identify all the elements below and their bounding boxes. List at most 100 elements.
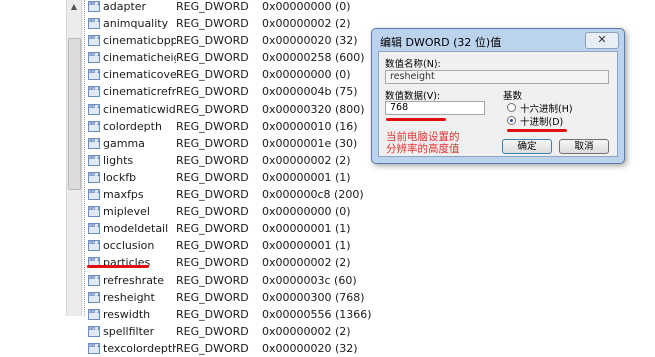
reg-dword-icon: ab 110: [88, 103, 100, 115]
value-name: reswidth: [103, 307, 151, 321]
value-name: lockfb: [103, 170, 137, 184]
table-row[interactable]: ab 110modeldetail REG_DWORD 0x00000001 (1): [86, 220, 376, 237]
value-name: animquality: [103, 17, 169, 31]
value-data-input[interactable]: 768: [385, 101, 485, 115]
value-type: REG_DWORD: [176, 34, 249, 48]
table-row[interactable]: ab 110reswidth REG_DWORD 0x00000556 (1366): [86, 306, 376, 323]
vertical-scrollbar[interactable]: ▲: [66, 0, 82, 316]
value-data: 0x0000003c (60): [262, 273, 357, 287]
value-type: REG_DWORD: [176, 119, 249, 133]
table-row[interactable]: ab 110texcolordepthREG_DWORD 0x00000020 (…: [86, 340, 376, 357]
value-type: REG_DWORD: [176, 205, 249, 219]
value-name: miplevel: [103, 205, 150, 219]
reg-dword-icon: ab 110: [88, 291, 100, 303]
value-name: cinematicoverr...: [103, 68, 176, 82]
value-data: 0x00000000 (0): [262, 0, 351, 13]
table-row[interactable]: ab 110cinematicheightREG_DWORD 0x00000258…: [86, 49, 376, 66]
value-name: modeldetail: [103, 222, 169, 236]
reg-dword-icon: ab 110: [88, 52, 100, 64]
table-row[interactable]: ab 110gamma REG_DWORD 0x0000001e (30): [86, 135, 376, 152]
scroll-thumb[interactable]: [68, 38, 81, 190]
reg-dword-icon: ab 110: [88, 274, 100, 286]
table-row[interactable]: ab 110resheight REG_DWORD 0x00000300 (768): [86, 289, 376, 306]
value-name: lights: [103, 153, 134, 167]
value-data: 0x00000020 (32): [262, 341, 358, 355]
table-row[interactable]: ab 110cinematicwidthREG_DWORD 0x00000320 …: [86, 101, 376, 118]
value-type: REG_DWORD: [176, 0, 249, 13]
value-name: cinematicwidth: [103, 102, 176, 116]
value-name: cinematicheight: [103, 51, 176, 65]
table-row[interactable]: ab 110colordepth REG_DWORD 0x00000010 (16): [86, 118, 376, 135]
reg-dword-icon: ab 110: [88, 1, 100, 12]
table-row[interactable]: ab 110animquality REG_DWORD 0x00000002 (2): [86, 15, 376, 32]
red-underline-resheight: [87, 265, 149, 268]
value-name: resheight: [103, 290, 155, 304]
table-row[interactable]: ab 110spellfilter REG_DWORD 0x00000002 (2): [86, 323, 376, 340]
reg-dword-icon: ab 110: [88, 325, 100, 337]
close-button[interactable]: ✕: [585, 32, 619, 49]
value-type: REG_DWORD: [176, 136, 249, 150]
ok-button[interactable]: 确定: [502, 139, 552, 154]
value-name: texcolordepth: [103, 341, 176, 355]
value-type: REG_DWORD: [176, 51, 249, 65]
decimal-radio[interactable]: [507, 116, 516, 125]
value-name-label: 数值名称(N):: [385, 59, 441, 70]
red-annotation-text: 当前电脑设置的分辨率的高度值: [386, 131, 460, 155]
value-data: 0x00000000 (0): [262, 68, 351, 82]
value-data: 0x000000c8 (200): [262, 188, 364, 202]
base-group-label: 基数: [503, 91, 523, 102]
cancel-button[interactable]: 取消: [559, 139, 609, 154]
table-row[interactable]: ab 110cinematicbppREG_DWORD 0x00000020 (3…: [86, 32, 376, 49]
red-underline-data: [386, 118, 446, 121]
value-type: REG_DWORD: [176, 188, 249, 202]
reg-dword-icon: ab 110: [88, 120, 100, 132]
value-name: occlusion: [103, 239, 155, 253]
value-name: particles: [103, 256, 151, 270]
value-name: refreshrate: [103, 273, 165, 287]
value-type: REG_DWORD: [176, 85, 249, 99]
value-name-field: resheight: [385, 70, 609, 84]
reg-dword-icon: ab 110: [88, 69, 100, 81]
reg-dword-icon: ab 110: [88, 223, 100, 235]
table-row[interactable]: ab 110lights REG_DWORD 0x00000002 (2): [86, 152, 376, 169]
reg-dword-icon: ab 110: [88, 240, 100, 252]
value-data: 0x00000002 (2): [262, 153, 351, 167]
value-type: REG_DWORD: [176, 68, 249, 82]
decimal-radio-label[interactable]: 十进制(D): [520, 114, 563, 128]
value-data-label: 数值数据(V):: [385, 91, 441, 102]
table-row[interactable]: ab 110occlusion REG_DWORD 0x00000001 (1): [86, 237, 376, 254]
value-data: 0x00000001 (1): [262, 239, 351, 253]
hex-radio-label[interactable]: 十六进制(H): [520, 101, 573, 115]
reg-dword-icon: ab 110: [88, 171, 100, 183]
value-type: REG_DWORD: [176, 239, 249, 253]
value-data: 0x00000320 (800): [262, 102, 365, 116]
table-row[interactable]: ab 110cinematicrefreshREG_DWORD 0x0000004…: [86, 83, 376, 100]
value-name: colordepth: [103, 119, 162, 133]
table-row[interactable]: ab 110miplevel REG_DWORD 0x00000000 (0): [86, 203, 376, 220]
reg-dword-icon: ab 110: [88, 86, 100, 98]
table-row[interactable]: ab 110maxfps REG_DWORD 0x000000c8 (200): [86, 186, 376, 203]
table-row[interactable]: ab 110adapter REG_DWORD 0x00000000 (0): [86, 0, 376, 15]
value-type: REG_DWORD: [176, 307, 249, 321]
scroll-up-arrow-icon[interactable]: ▲: [68, 0, 80, 14]
table-row[interactable]: ab 110particlesREG_DWORD0x00000002 (2): [86, 254, 376, 271]
value-data: 0x00000002 (2): [262, 324, 351, 338]
value-data: 0x00000020 (32): [262, 34, 358, 48]
reg-dword-icon: ab 110: [88, 308, 100, 320]
red-underline-decimal: [507, 129, 567, 132]
reg-dword-icon: ab 110: [88, 342, 100, 354]
value-type: REG_DWORD: [176, 324, 249, 338]
value-name: maxfps: [103, 188, 144, 202]
value-data: 0x00000300 (768): [262, 290, 365, 304]
value-data: 0x00000002 (2): [262, 17, 351, 31]
hex-radio[interactable]: [507, 103, 516, 112]
value-type: REG_DWORD: [176, 273, 249, 287]
value-data: 0x00000002 (2): [262, 256, 351, 270]
dialog-title: 编辑 DWORD (32 位)值: [380, 36, 502, 49]
table-row[interactable]: ab 110lockfb REG_DWORD 0x00000001 (1): [86, 169, 376, 186]
value-data: 0x00000556 (1366): [262, 307, 372, 321]
registry-value-list: ab 110adapterREG_DWORD0x00000000 (0)ab 1…: [86, 0, 376, 357]
table-row[interactable]: ab 110cinematicoverr...REG_DWORD 0x000000…: [86, 66, 376, 83]
table-row[interactable]: ab 110refreshrate REG_DWORD 0x0000003c (60…: [86, 272, 376, 289]
reg-dword-icon: ab 110: [88, 206, 100, 218]
